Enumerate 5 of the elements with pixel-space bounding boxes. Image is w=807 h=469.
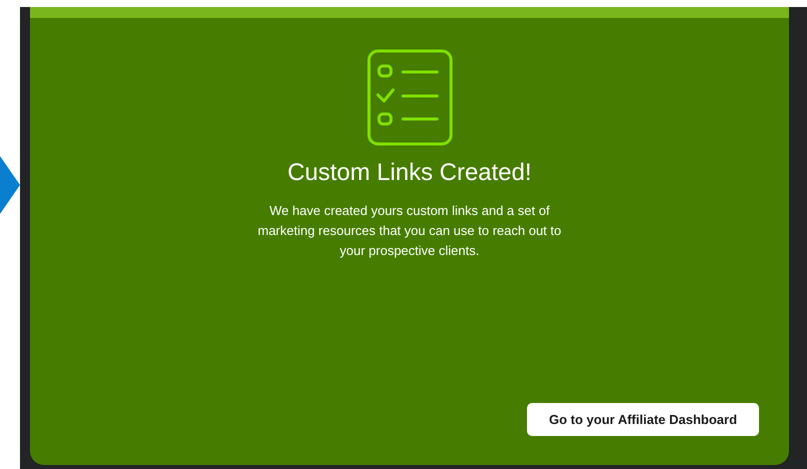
title: Custom Links Created! [287, 158, 532, 188]
arrow-icon [0, 156, 20, 214]
dashboard-button[interactable]: Go to your Affiliate Dashboard [527, 403, 759, 436]
message: We have created yours custom links and a set of marketing resources that you can use to reach out to your prospective clients. [256, 202, 562, 260]
checklist-icon [366, 49, 452, 146]
